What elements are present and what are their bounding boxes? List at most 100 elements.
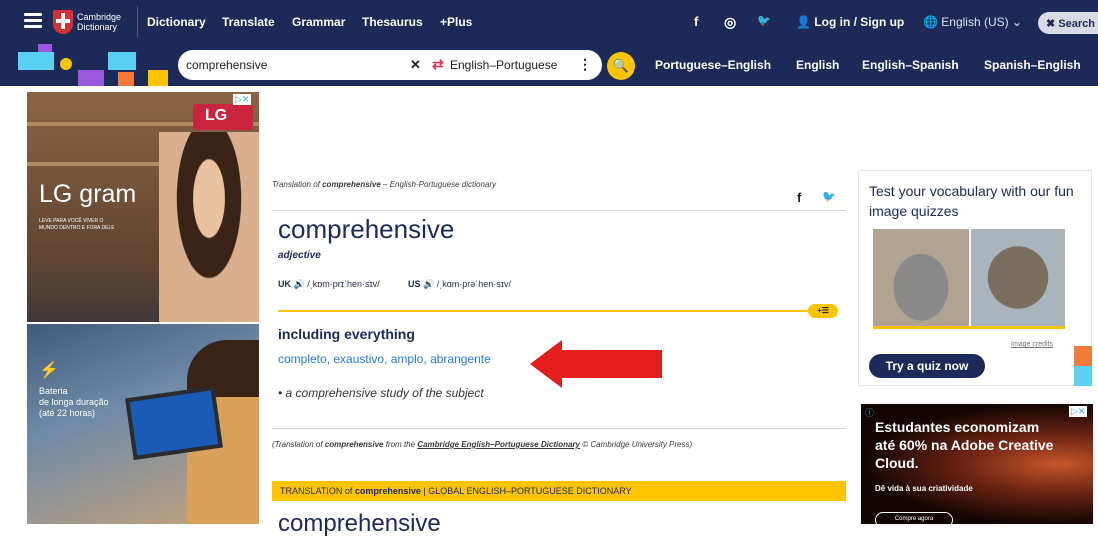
logo-text: Cambridge Dictionary <box>77 12 121 32</box>
band-suffix: | GLOBAL ENGLISH–PORTUGUESE DICTIONARY <box>423 486 632 496</box>
breadcrumb-word: comprehensive <box>322 180 381 189</box>
battery-line-2: de longa duração <box>39 397 109 407</box>
chevron-down-icon: ⌄ <box>1008 15 1023 29</box>
search-submit-button[interactable]: 🔍 <box>607 52 635 80</box>
side-decor-blue <box>1074 366 1092 386</box>
left-advertisement[interactable]: LG LG gram LEVE PARA VOCÊ VIVER O MUNDO … <box>27 92 259 524</box>
nav-thesaurus[interactable]: Thesaurus <box>362 15 423 29</box>
quiz-images[interactable] <box>873 229 1065 329</box>
cambridge-shield-icon <box>53 10 73 34</box>
language-selector[interactable]: 🌐 English (US) ⌄ <box>923 15 1022 29</box>
right-advertisement[interactable]: ⓘ ▷✕ Estudantes economizam até 60% na Ad… <box>861 404 1093 528</box>
credit-dictionary-link[interactable]: Cambridge English–Portuguese Dictionary <box>417 440 580 449</box>
quick-link-english-spanish[interactable]: English–Spanish <box>862 58 959 72</box>
login-link[interactable]: 👤 Log in / Sign up <box>796 15 904 29</box>
lg-logo: LG <box>193 104 253 130</box>
facebook-icon[interactable]: f <box>694 14 698 29</box>
side-decor-orange <box>1074 346 1092 366</box>
part-of-speech: adjective <box>278 250 321 261</box>
decor-block <box>118 72 134 86</box>
us-pronunciation: US 🔊 /ˌkɑm·prəˈhen·sɪv/ <box>408 279 511 290</box>
divider <box>272 428 846 429</box>
next-headword: comprehensive <box>278 510 441 537</box>
search-input-wrapper: comprehensive ✕ ⇄ English–Portuguese ⋮ <box>178 50 602 80</box>
dictionary-selector[interactable]: English–Portuguese <box>450 58 557 72</box>
instagram-icon[interactable]: ◎ <box>724 14 736 31</box>
search-toggle-button[interactable]: ✖ Search <box>1038 12 1098 34</box>
image-credits-link[interactable]: Image credits <box>1011 341 1053 348</box>
ad-model-image <box>159 132 259 322</box>
uk-pronunciation: UK 🔊 /ˌkɒm·prɪˈhen·sɪv/ <box>278 279 380 290</box>
credit-word: comprehensive <box>324 440 384 449</box>
nav-translate[interactable]: Translate <box>222 15 275 29</box>
us-label: US <box>408 279 421 289</box>
quiz-panel: Test your vocabulary with our fun image … <box>858 170 1092 386</box>
battery-line-3: (até 22 horas) <box>39 408 96 418</box>
decor-block <box>78 70 104 86</box>
credit-suffix: © Cambridge University Press) <box>582 440 693 449</box>
definition: including everything <box>278 326 415 342</box>
uk-audio-icon[interactable]: 🔊 <box>294 279 305 289</box>
nav-dictionary[interactable]: Dictionary <box>147 15 206 29</box>
band-prefix: TRANSLATION of <box>280 486 353 496</box>
share-twitter-icon[interactable]: 🐦 <box>822 190 836 203</box>
translation[interactable]: completo, exaustivo, amplo, abrangente <box>278 352 491 366</box>
us-ipa: /ˌkɑm·prəˈhen·sɪv/ <box>436 279 511 289</box>
battery-icon: ⚡ <box>39 362 59 379</box>
search-toggle-label: Search <box>1058 18 1095 30</box>
credit-mid: from the <box>385 440 416 449</box>
ad-battery-text: Bateria de longa duração (até 22 horas) <box>39 386 139 419</box>
breadcrumb-suffix: – English-Portuguese dictionary <box>383 180 496 189</box>
search-icon: 🔍 <box>612 58 630 73</box>
clear-icon[interactable]: ✕ <box>410 57 421 73</box>
language-label: English (US) <box>941 15 1009 29</box>
arrow-shape <box>530 340 662 388</box>
nav-grammar[interactable]: Grammar <box>292 15 345 29</box>
close-icon: ✖ <box>1046 18 1059 30</box>
ad-close-icon[interactable]: ▷✕ <box>1069 406 1088 417</box>
sense-divider <box>278 310 808 312</box>
quick-link-spanish-english[interactable]: Spanish–English <box>984 58 1081 72</box>
band-word: comprehensive <box>354 486 421 496</box>
top-navigation-bar: Cambridge Dictionary Dictionary Translat… <box>0 0 1098 44</box>
menu-icon[interactable] <box>24 13 42 29</box>
red-arrow-annotation <box>530 340 662 388</box>
decor-block <box>38 44 52 52</box>
lg-logo-text: LG <box>205 107 228 124</box>
us-audio-icon[interactable]: 🔊 <box>423 279 434 289</box>
uk-label: UK <box>278 279 291 289</box>
try-quiz-button[interactable]: Try a quiz now <box>869 354 985 378</box>
ad-product-name: LG gram <box>39 180 137 208</box>
divider <box>272 210 846 211</box>
ad-laptop-image <box>125 386 223 460</box>
share-facebook-icon[interactable]: f <box>797 190 801 205</box>
headword: comprehensive <box>278 214 455 244</box>
uk-ipa: /ˌkɒm·prɪˈhen·sɪv/ <box>307 279 380 289</box>
twitter-icon[interactable]: 🐦 <box>757 14 771 27</box>
nav-plus[interactable]: +Plus <box>440 15 472 29</box>
seal-image <box>971 229 1065 326</box>
ad-info-icon[interactable]: ⓘ <box>865 406 874 419</box>
logo-line-2: Dictionary <box>77 22 118 32</box>
ad-cta-button[interactable]: Compre agora <box>875 512 953 528</box>
ad-close-icon[interactable]: ▷✕ <box>233 94 252 105</box>
decor-block <box>148 70 168 86</box>
ad-tagline: LEVE PARA VOCÊ VIVER O MUNDO DENTRO E FO… <box>39 218 115 231</box>
cambridge-logo[interactable]: Cambridge Dictionary <box>53 9 131 35</box>
quick-link-portuguese-english[interactable]: Portuguese–English <box>655 58 771 72</box>
add-to-list-button[interactable]: +☰ <box>808 304 838 318</box>
battery-line-1: Bateria <box>39 386 68 396</box>
search-input[interactable]: comprehensive <box>186 58 267 72</box>
swap-language-icon[interactable]: ⇄ <box>432 56 444 73</box>
breadcrumb: Translation of comprehensive – English-P… <box>272 180 496 189</box>
decor-block <box>18 52 54 70</box>
decor-block <box>108 52 136 70</box>
ad-subline: Dê vida à sua criatividade <box>875 484 973 493</box>
user-icon: 👤 <box>796 15 815 29</box>
decor-dot <box>60 58 72 70</box>
quick-link-english[interactable]: English <box>796 58 839 72</box>
more-options-icon[interactable]: ⋮ <box>578 56 592 73</box>
nav-divider <box>137 6 138 38</box>
breadcrumb-prefix: Translation of <box>272 180 320 189</box>
globe-icon: 🌐 <box>923 15 942 29</box>
